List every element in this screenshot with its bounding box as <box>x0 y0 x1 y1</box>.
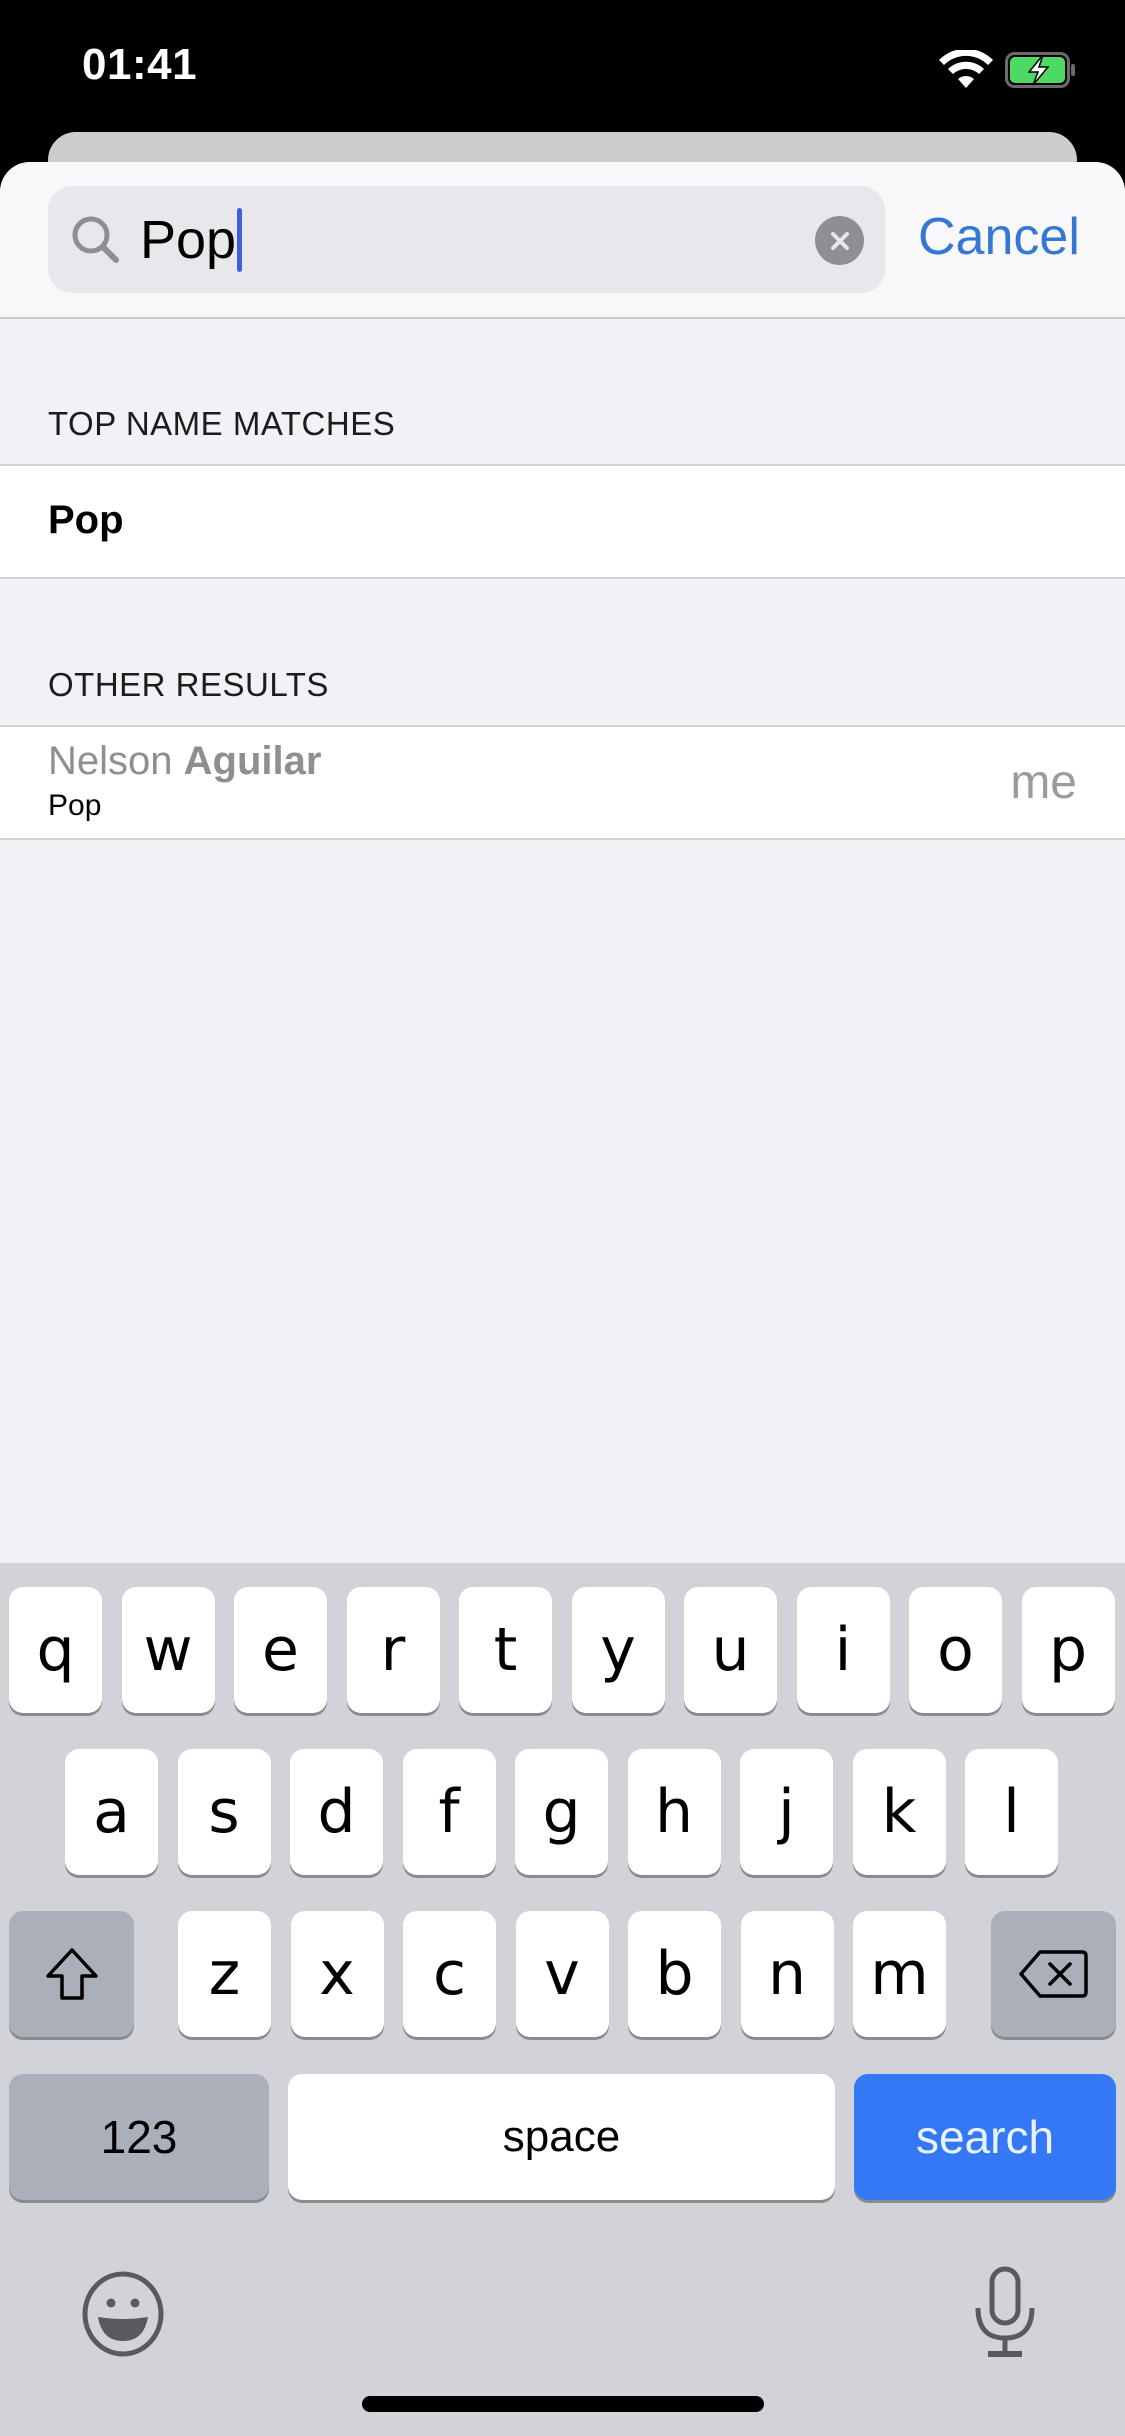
search-icon <box>72 216 119 263</box>
key-q[interactable]: q <box>9 1587 102 1713</box>
shift-key[interactable] <box>9 1911 134 2037</box>
clear-icon <box>830 231 849 250</box>
key-k[interactable]: k <box>852 1749 946 1875</box>
key-p[interactable]: p <box>1021 1587 1115 1713</box>
key-f[interactable]: f <box>402 1749 496 1875</box>
key-m[interactable]: m <box>853 1911 946 2037</box>
search-value: Pop <box>140 210 237 270</box>
battery-charging-icon <box>1005 52 1075 88</box>
key-h[interactable]: h <box>627 1749 721 1875</box>
cancel-button[interactable]: Cancel <box>918 207 1080 267</box>
text-caret <box>237 207 243 272</box>
key-w[interactable]: w <box>121 1587 215 1713</box>
key-z[interactable]: z <box>178 1911 271 2037</box>
list-item[interactable]: Nelson Aguilar Pop me <box>0 725 1125 840</box>
key-r[interactable]: r <box>346 1587 440 1713</box>
contact-detail: me <box>1010 756 1077 809</box>
contact-last-name: Aguilar <box>183 739 322 783</box>
wifi-icon <box>939 50 993 88</box>
key-d[interactable]: d <box>290 1749 383 1875</box>
search-key[interactable]: search <box>854 2074 1116 2200</box>
search-input[interactable]: Pop <box>48 186 885 293</box>
key-u[interactable]: u <box>684 1587 777 1713</box>
key-g[interactable]: g <box>515 1749 608 1875</box>
key-b[interactable]: b <box>628 1911 721 2037</box>
microphone-icon[interactable] <box>970 2266 1040 2360</box>
key-x[interactable]: x <box>290 1911 384 2037</box>
numbers-key[interactable]: 123 <box>9 2074 269 2200</box>
status-time: 01:41 <box>82 40 198 89</box>
section-header-other-results: OTHER RESULTS <box>48 666 329 703</box>
key-j[interactable]: j <box>740 1749 833 1875</box>
key-c[interactable]: c <box>403 1911 496 2037</box>
result-title: Pop <box>48 498 124 542</box>
home-indicator <box>362 2396 764 2412</box>
key-v[interactable]: v <box>515 1911 609 2037</box>
contact-first-name: Nelson <box>48 739 173 783</box>
contact-name: Nelson Aguilar <box>48 739 321 784</box>
key-n[interactable]: n <box>740 1911 834 2037</box>
clear-button[interactable] <box>815 216 864 265</box>
key-s[interactable]: s <box>177 1749 271 1875</box>
delete-key[interactable] <box>991 1911 1116 2037</box>
list-item[interactable]: Pop <box>0 464 1125 579</box>
shift-icon <box>45 1948 98 2000</box>
key-a[interactable]: a <box>65 1749 158 1875</box>
delete-icon <box>1018 1950 1088 1998</box>
key-e[interactable]: e <box>234 1587 327 1713</box>
key-l[interactable]: l <box>965 1749 1058 1875</box>
key-t[interactable]: t <box>459 1587 552 1713</box>
search-header: Pop Cancel <box>0 162 1125 319</box>
keyboard: qwertyuiop asdfghjkl zxcvbnm 123 space s… <box>0 1563 1125 2436</box>
section-header-top-name-matches: TOP NAME MATCHES <box>48 405 396 442</box>
status-bar: 01:41 <box>0 0 1125 132</box>
contact-subtitle: Pop <box>48 789 102 822</box>
emoji-icon[interactable] <box>80 2271 166 2357</box>
search-text[interactable]: Pop <box>140 207 243 276</box>
space-key[interactable]: space <box>288 2074 835 2200</box>
key-y[interactable]: y <box>571 1587 665 1713</box>
key-i[interactable]: i <box>796 1587 890 1713</box>
key-o[interactable]: o <box>909 1587 1002 1713</box>
